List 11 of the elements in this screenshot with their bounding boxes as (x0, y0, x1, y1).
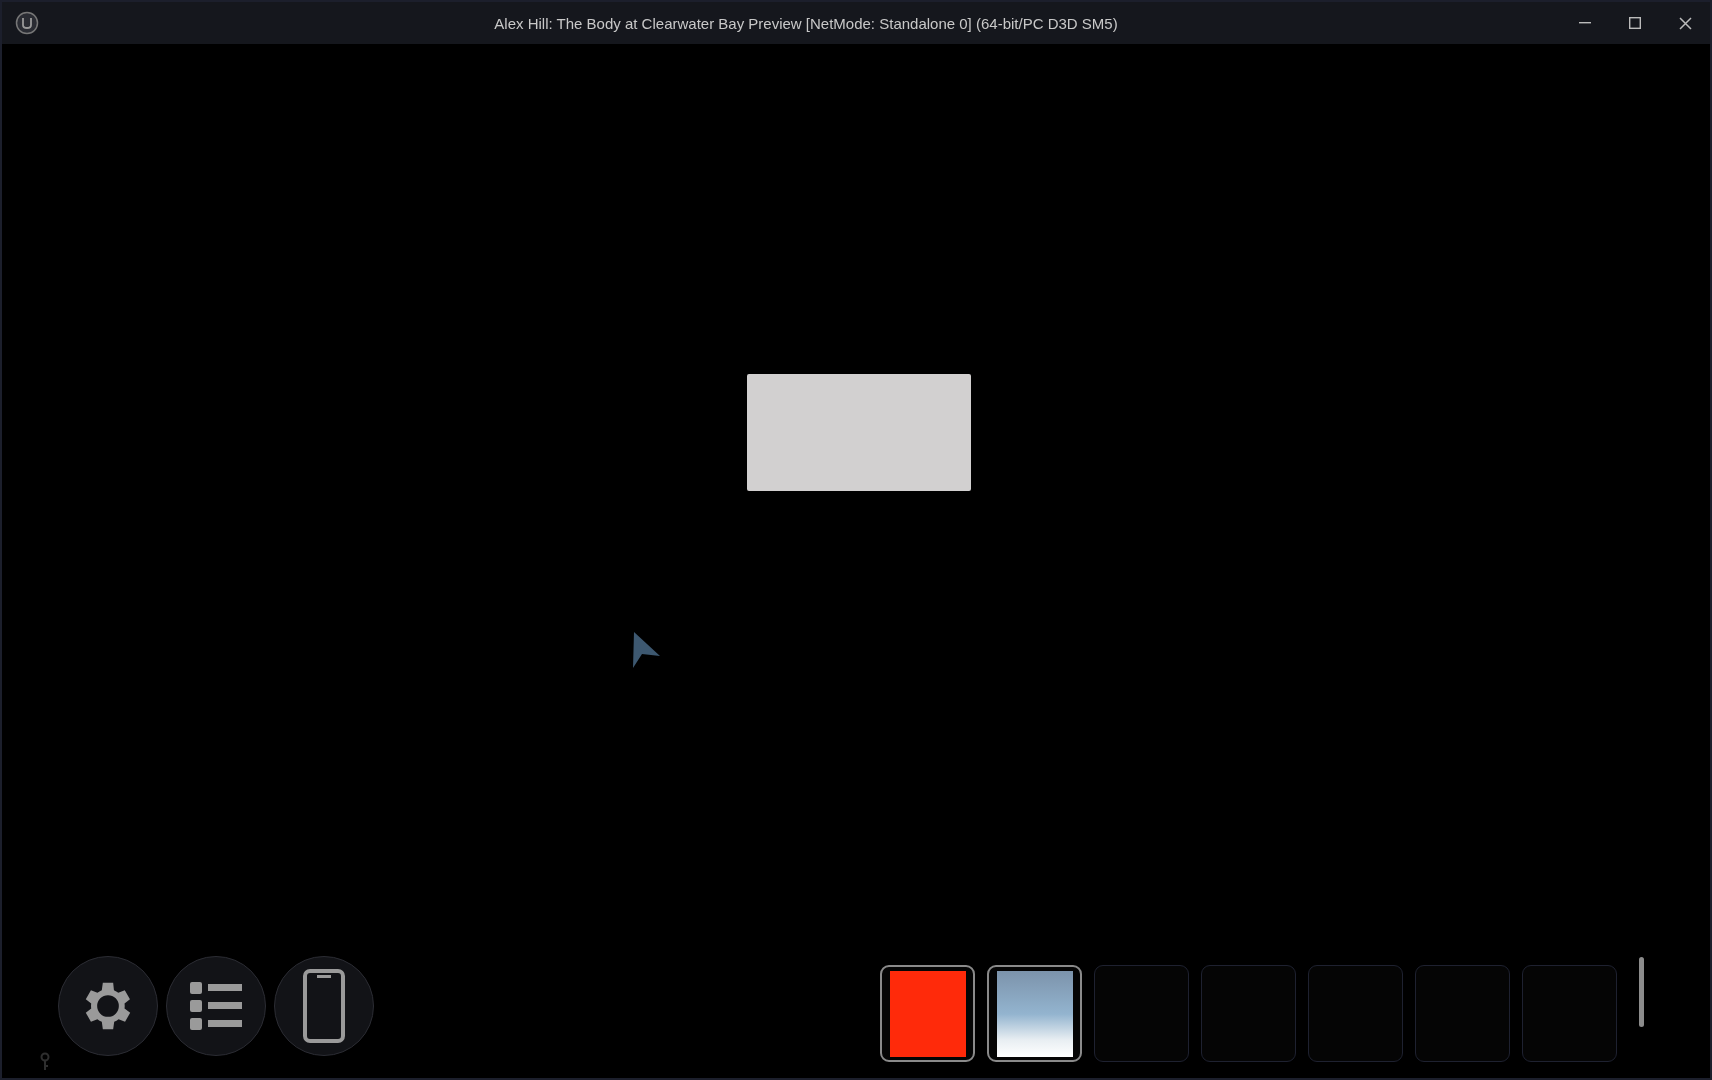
phone-icon (302, 968, 346, 1044)
scrollbar-thumb[interactable] (1639, 957, 1644, 1027)
minimize-icon (1579, 22, 1591, 24)
key-icon (39, 1052, 51, 1072)
close-icon (1678, 16, 1692, 30)
maximize-icon (1629, 17, 1641, 29)
window-title: Alex Hill: The Body at Clearwater Bay Preview [NetMode: Standalone 0] (64-bit/PC D3D SM5) (493, 14, 1119, 32)
inventory-slot[interactable] (880, 965, 975, 1062)
pointer-icon (632, 630, 662, 670)
logo-icon (15, 11, 39, 35)
inventory-slot[interactable] (987, 965, 1082, 1062)
